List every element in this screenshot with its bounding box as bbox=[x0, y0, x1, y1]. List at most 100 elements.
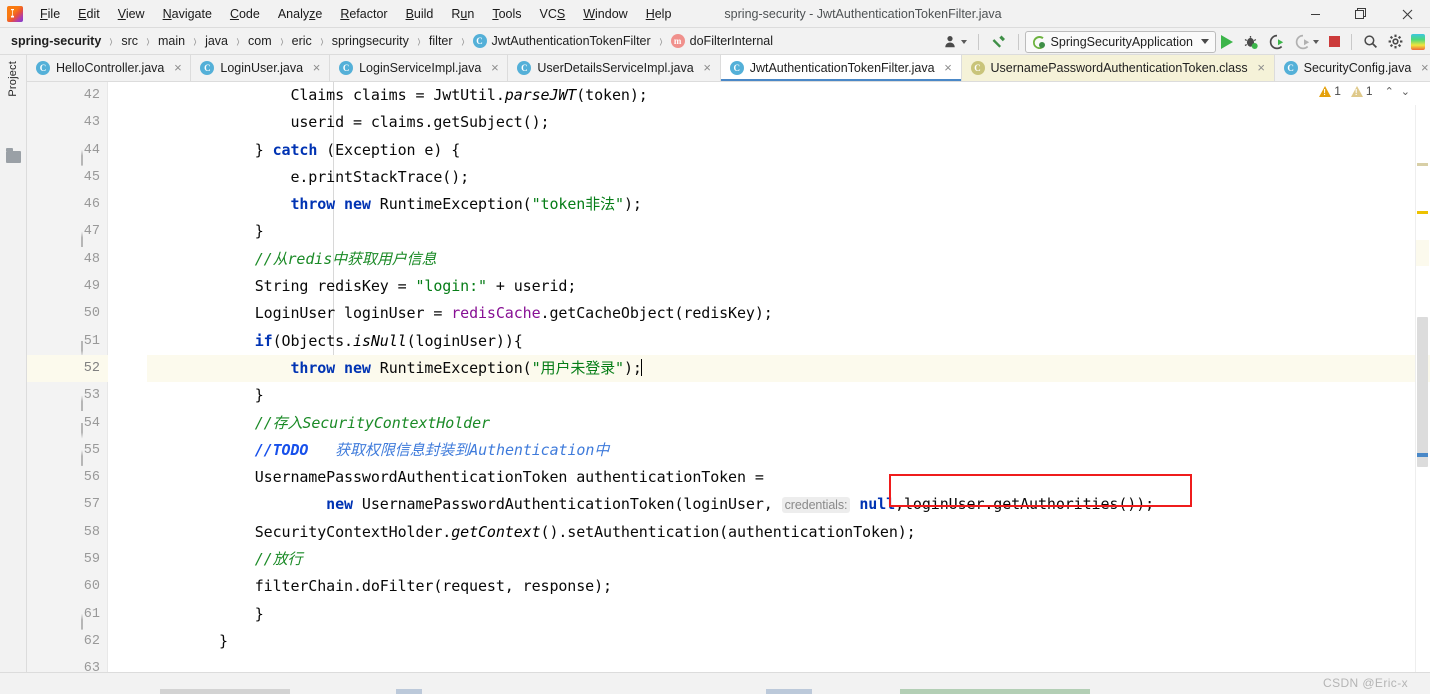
warning-count: 1 bbox=[1334, 84, 1341, 98]
menu-file[interactable]: File bbox=[31, 3, 69, 25]
gutter-row: 46 bbox=[83, 197, 100, 213]
error-stripe-scrollbar[interactable] bbox=[1415, 105, 1429, 672]
code-line: //从redis中获取用户信息 bbox=[147, 246, 1430, 273]
breadcrumb-item-project[interactable]: spring-security bbox=[9, 33, 103, 49]
tool-window-project[interactable]: Project bbox=[7, 61, 19, 97]
gutter-row: 55 bbox=[27, 437, 108, 466]
close-icon[interactable]: × bbox=[172, 61, 183, 74]
code-text-area[interactable]: Claims claims = JwtUtil.parseJWT(token);… bbox=[147, 82, 1430, 672]
settings-button[interactable] bbox=[1383, 31, 1408, 53]
gutter-row: 49 bbox=[83, 279, 100, 295]
run-play-icon bbox=[1221, 34, 1233, 49]
maximize-restore-button[interactable] bbox=[1338, 0, 1384, 28]
toolbar-divider bbox=[977, 33, 979, 50]
menu-window[interactable]: Window bbox=[574, 3, 636, 25]
inspection-status-widget[interactable]: 1 1 ⌃ ⌄ bbox=[1319, 84, 1412, 98]
menu-refactor[interactable]: Refactor bbox=[331, 3, 396, 25]
breadcrumb-item-com[interactable]: com bbox=[246, 33, 274, 49]
fold-marker-icon[interactable] bbox=[81, 609, 92, 630]
breadcrumb-item-eric[interactable]: eric bbox=[290, 33, 314, 49]
code-line-text: //存入SecurityContextHolder bbox=[219, 413, 490, 432]
code-line: } bbox=[147, 382, 1430, 409]
breadcrumb-item-filter[interactable]: filter bbox=[427, 33, 455, 49]
tab-label: HelloController.java bbox=[56, 61, 165, 75]
tab-login-service-impl[interactable]: C LoginServiceImpl.java × bbox=[330, 55, 509, 81]
breadcrumb-separator: › bbox=[236, 30, 240, 52]
folder-icon[interactable] bbox=[6, 148, 21, 163]
chevron-up-icon[interactable]: ⌃ bbox=[1383, 85, 1396, 98]
breadcrumb-item-src[interactable]: src bbox=[119, 33, 140, 49]
fold-marker-icon[interactable] bbox=[81, 445, 92, 466]
fold-marker-icon[interactable] bbox=[81, 390, 92, 412]
close-icon[interactable]: × bbox=[1419, 61, 1430, 74]
close-icon[interactable]: × bbox=[489, 61, 500, 74]
chevron-down-icon[interactable]: ⌄ bbox=[1399, 85, 1412, 98]
tab-username-password-authentication-token-class[interactable]: C UsernamePasswordAuthenticationToken.cl… bbox=[961, 55, 1275, 81]
menu-edit[interactable]: Edit bbox=[69, 3, 109, 25]
gutter-row: 45 bbox=[83, 169, 100, 185]
search-everywhere-button[interactable] bbox=[1358, 31, 1383, 53]
menu-view[interactable]: View bbox=[109, 3, 154, 25]
fold-marker-icon[interactable] bbox=[81, 336, 92, 357]
menu-vcs[interactable]: VCS bbox=[531, 3, 575, 25]
breadcrumb-item-method[interactable]: m doFilterInternal bbox=[669, 33, 775, 49]
run-with-coverage-button[interactable] bbox=[1264, 31, 1290, 53]
close-icon[interactable]: × bbox=[943, 61, 954, 74]
tab-jwt-authentication-token-filter[interactable]: C JwtAuthenticationTokenFilter.java × bbox=[720, 55, 962, 81]
close-icon[interactable]: × bbox=[311, 61, 322, 74]
close-button[interactable] bbox=[1384, 0, 1430, 28]
debug-button[interactable] bbox=[1238, 31, 1264, 53]
breadcrumb-item-java[interactable]: java bbox=[203, 33, 230, 49]
scrollbar-thumb[interactable] bbox=[1417, 317, 1428, 467]
avatar[interactable] bbox=[1408, 31, 1428, 53]
stripe-marker-warning[interactable] bbox=[1417, 211, 1428, 214]
code-line-text: UsernamePasswordAuthenticationToken auth… bbox=[219, 468, 764, 487]
code-line: } bbox=[147, 601, 1430, 628]
run-button[interactable] bbox=[1216, 31, 1238, 53]
code-line: //存入SecurityContextHolder bbox=[147, 410, 1430, 437]
menu-build[interactable]: Build bbox=[397, 3, 443, 25]
code-line-text: String redisKey = "login:" + userid; bbox=[219, 277, 577, 296]
code-line-text: new UsernamePasswordAuthenticationToken(… bbox=[326, 495, 1155, 514]
tab-security-config[interactable]: C SecurityConfig.java × bbox=[1274, 55, 1430, 81]
tab-hello-controller[interactable]: C HelloController.java × bbox=[27, 55, 192, 81]
breadcrumb-item-main[interactable]: main bbox=[156, 33, 187, 49]
code-line: userid = claims.getSubject(); bbox=[147, 109, 1430, 136]
close-icon[interactable]: × bbox=[702, 61, 713, 74]
breadcrumb-method-label: doFilterInternal bbox=[689, 34, 774, 48]
run-configuration-selector[interactable]: SpringSecurityApplication bbox=[1024, 30, 1216, 53]
gutter-row: 61 bbox=[27, 601, 108, 630]
main-toolbar: SpringSecurityApplication bbox=[939, 28, 1428, 55]
tab-login-user[interactable]: C LoginUser.java × bbox=[191, 55, 331, 81]
build-hammer-button[interactable] bbox=[985, 31, 1012, 53]
fold-marker-icon[interactable] bbox=[81, 226, 92, 248]
user-profile-button[interactable] bbox=[939, 31, 972, 53]
stripe-marker-bookmark[interactable] bbox=[1417, 453, 1428, 457]
fold-marker-icon[interactable] bbox=[81, 418, 92, 439]
java-class-icon: C bbox=[36, 61, 50, 75]
editor-annotation-column bbox=[108, 82, 147, 672]
menu-tools[interactable]: Tools bbox=[483, 3, 530, 25]
minimize-button[interactable] bbox=[1292, 0, 1338, 28]
breadcrumb-item-class[interactable]: C JwtAuthenticationTokenFilter bbox=[471, 33, 653, 49]
menu-code[interactable]: Code bbox=[221, 3, 269, 25]
breadcrumb-item-springsecurity[interactable]: springsecurity bbox=[330, 33, 411, 49]
stripe-marker-weak-warning[interactable] bbox=[1417, 163, 1428, 166]
code-line-text: filterChain.doFilter(request, response); bbox=[219, 577, 612, 596]
code-line-text: SecurityContextHolder.getContext().setAu… bbox=[219, 522, 916, 541]
code-line: if(Objects.isNull(loginUser)){ bbox=[147, 328, 1430, 355]
code-line-text: //放行 bbox=[219, 550, 303, 569]
menu-help[interactable]: Help bbox=[637, 3, 681, 25]
menu-run[interactable]: Run bbox=[442, 3, 483, 25]
stop-button[interactable] bbox=[1324, 31, 1345, 53]
menu-analyze[interactable]: Analyze bbox=[269, 3, 331, 25]
method-icon: m bbox=[670, 34, 685, 48]
code-line: filterChain.doFilter(request, response); bbox=[147, 573, 1430, 600]
code-editor[interactable]: 42 43 44 45 46 47 48 49 50 51 52 53 54 5… bbox=[27, 82, 1430, 672]
menu-navigate[interactable]: Navigate bbox=[154, 3, 221, 25]
profiler-button[interactable] bbox=[1290, 31, 1324, 53]
tab-label: JwtAuthenticationTokenFilter.java bbox=[749, 61, 935, 75]
close-icon[interactable]: × bbox=[1256, 61, 1267, 74]
fold-marker-icon[interactable] bbox=[81, 145, 92, 166]
tab-user-details-service-impl[interactable]: C UserDetailsServiceImpl.java × bbox=[508, 55, 721, 81]
